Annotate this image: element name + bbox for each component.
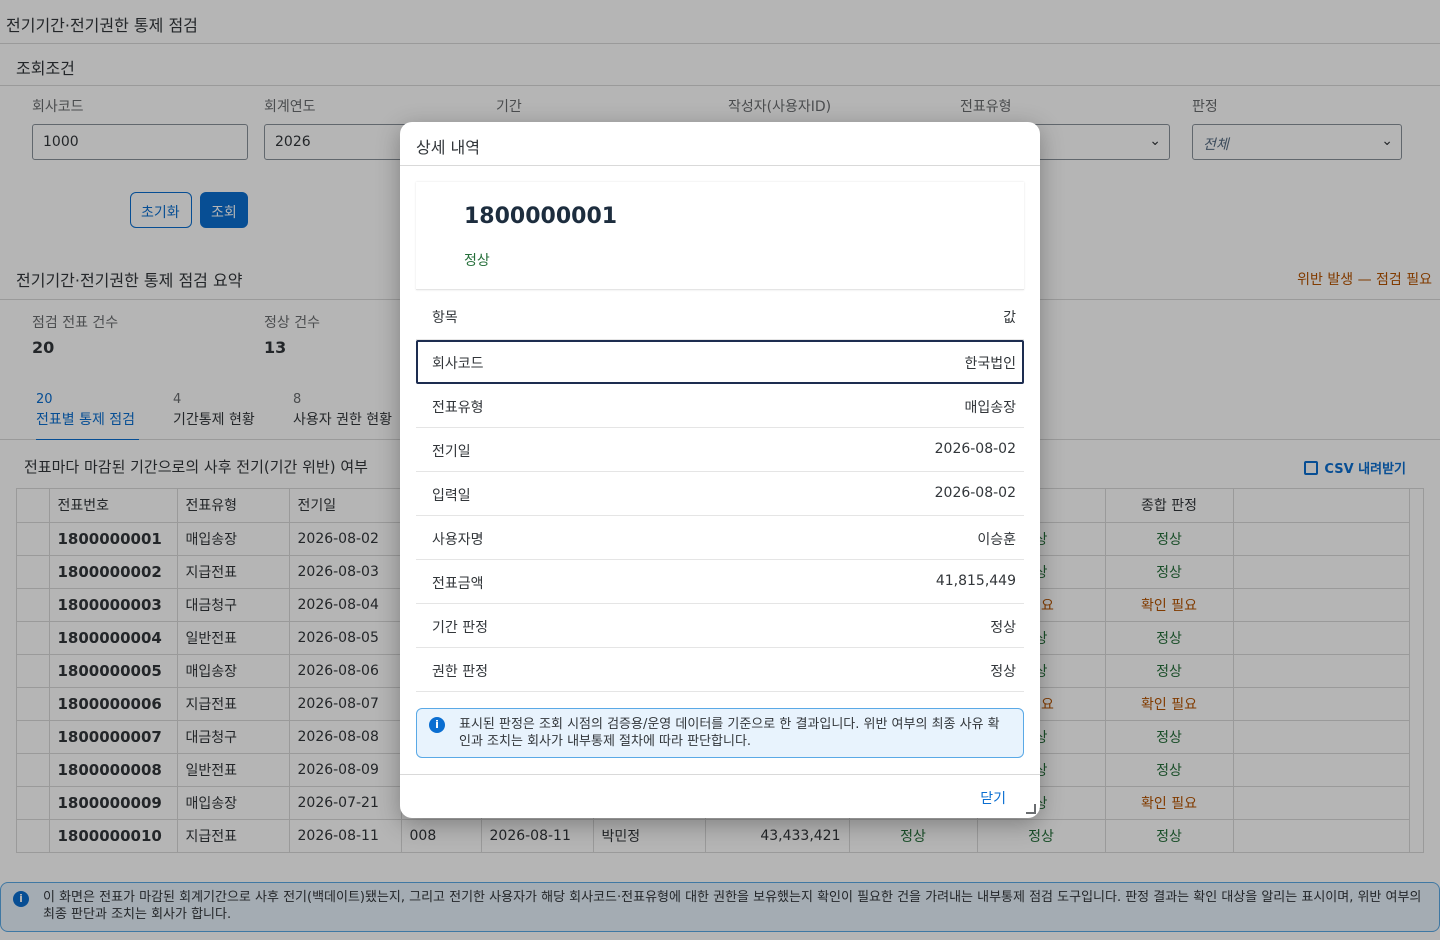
detail-key: 전표유형: [432, 400, 484, 416]
detail-value: 41,815,449: [935, 573, 1016, 589]
info-icon: i: [429, 717, 445, 733]
dialog-info-text: 표시된 판정은 조회 시점의 검증용/운영 데이터를 기준으로 한 결과입니다.…: [459, 717, 1000, 749]
detail-table: 항목 값 회사코드 한국법인전표유형 매입송장전기일 2026-08-02 입력일 202…: [416, 294, 1024, 692]
close-button[interactable]: 닫기: [980, 788, 1006, 808]
detail-row[interactable]: 전기일 2026-08-02: [416, 428, 1024, 472]
detail-value: 매입송장: [964, 400, 1016, 416]
detail-key: 권한 판정: [432, 664, 488, 680]
detail-key: 입력일: [432, 488, 471, 504]
detail-header-row: 항목 값: [416, 294, 1024, 340]
detail-value: 2026-08-02: [934, 485, 1016, 501]
detail-key: 기간 판정: [432, 620, 488, 636]
detail-row[interactable]: 사용자명 이승훈: [416, 516, 1024, 560]
detail-value: 한국법인: [964, 356, 1016, 372]
detail-value: 정상: [990, 620, 1016, 636]
detail-header-key: 항목: [432, 310, 458, 326]
detail-key: 전표금액: [432, 576, 484, 592]
detail-row[interactable]: 권한 판정 정상: [416, 648, 1024, 692]
detail-dialog: 상세 내역 1800000001 정상 항목 값 회사코드 한국법인전표유형 매입송…: [400, 122, 1040, 818]
object-header: 1800000001 정상: [416, 182, 1024, 290]
detail-row[interactable]: 입력일 2026-08-02: [416, 472, 1024, 516]
app-root: 전기기간·전기권한 통제 점검 조회조건 회사코드 1000 회계연도 2026…: [0, 0, 1440, 940]
detail-key: 전기일: [432, 444, 471, 460]
detail-row[interactable]: 전표유형 매입송장: [416, 384, 1024, 428]
detail-row[interactable]: 전표금액 41,815,449: [416, 560, 1024, 604]
dialog-footer: 닫기: [400, 774, 1040, 818]
detail-key: 회사코드: [432, 356, 484, 372]
resize-handle-icon[interactable]: [1026, 804, 1036, 814]
detail-value: 2026-08-02: [934, 441, 1016, 457]
detail-row[interactable]: 회사코드 한국법인: [416, 340, 1024, 384]
detail-value: 정상: [990, 664, 1016, 680]
detail-value: 이승훈: [977, 532, 1016, 548]
status-text: 정상: [464, 253, 490, 269]
dialog-title: 상세 내역: [400, 122, 1040, 166]
doc-id: 1800000001: [464, 204, 618, 229]
detail-key: 사용자명: [432, 532, 484, 548]
dialog-info-note: i 표시된 판정은 조회 시점의 검증용/운영 데이터를 기준으로 한 결과입니…: [416, 708, 1024, 758]
detail-header-value: 값: [1003, 310, 1016, 326]
detail-row[interactable]: 기간 판정 정상: [416, 604, 1024, 648]
